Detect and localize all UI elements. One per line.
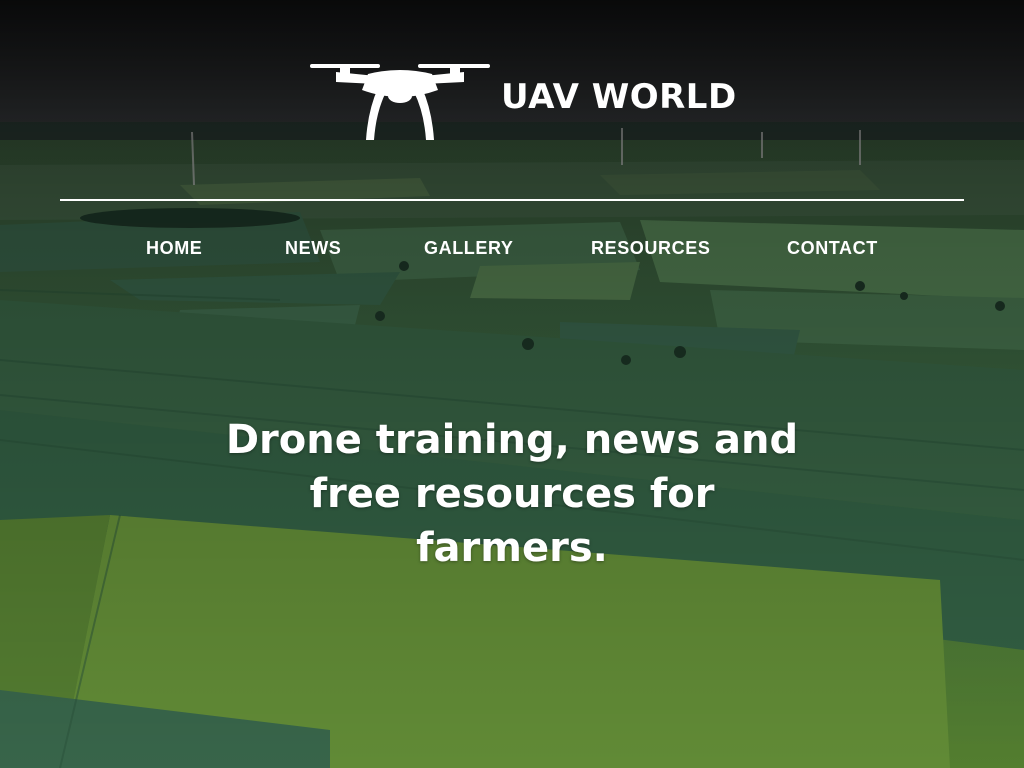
drone-icon [310,64,490,140]
nav-item-gallery[interactable]: GALLERY [424,238,514,259]
logo-link[interactable]: UAV WORLD [308,60,738,146]
nav-item-home[interactable]: HOME [146,238,202,259]
nav-item-contact[interactable]: CONTACT [787,238,878,259]
header-divider [60,199,964,201]
hero-tagline: Drone training, news and free resources … [225,416,799,571]
nav-item-resources[interactable]: RESOURCES [591,238,710,259]
site-name: UAV WORLD [501,77,737,117]
main-nav: HOME NEWS GALLERY RESOURCES CONTACT [60,238,964,266]
site-header: UAV WORLD [0,0,1024,201]
nav-item-news[interactable]: NEWS [285,238,341,259]
